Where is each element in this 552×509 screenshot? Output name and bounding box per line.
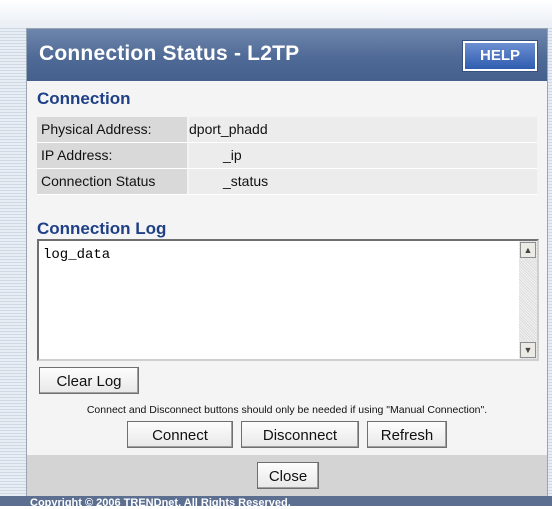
close-button[interactable]: Close: [257, 462, 319, 489]
clear-log-button[interactable]: Clear Log: [39, 367, 139, 394]
connection-status-dialog: Connection Status - L2TP HELP Connection…: [26, 28, 548, 498]
bottom-bar: Close: [27, 455, 547, 497]
connection-table: Physical Address: dport_phadd IP Address…: [37, 117, 537, 195]
table-row: Physical Address: dport_phadd: [37, 117, 537, 143]
physical-address-label: Physical Address:: [37, 117, 187, 142]
ip-address-value: _ip: [189, 143, 537, 168]
help-button[interactable]: HELP: [463, 41, 537, 71]
scroll-up-icon[interactable]: ▲: [520, 242, 536, 258]
connection-section-title: Connection: [37, 89, 131, 108]
connection-log-textarea[interactable]: log_data ▲ ▼: [37, 239, 539, 361]
physical-address-value: dport_phadd: [189, 117, 537, 142]
page-title: Connection Status - L2TP: [39, 42, 300, 65]
connection-log-title: Connection Log: [37, 219, 167, 238]
table-row: Connection Status _status: [37, 169, 537, 195]
log-scrollbar[interactable]: ▲ ▼: [519, 241, 537, 359]
connection-status-value: _status: [189, 169, 537, 194]
scroll-down-icon[interactable]: ▼: [520, 342, 536, 358]
manual-connection-note: Connect and Disconnect buttons should on…: [86, 404, 488, 416]
log-content: log_data: [43, 247, 111, 263]
copyright-text: Copyright © 2006 TRENDnet. All Rights Re…: [30, 497, 291, 509]
top-band: [0, 0, 552, 28]
connect-button[interactable]: Connect: [127, 421, 233, 448]
refresh-button[interactable]: Refresh: [367, 421, 447, 448]
title-bar: Connection Status - L2TP HELP: [27, 29, 547, 81]
table-row: IP Address: _ip: [37, 143, 537, 169]
disconnect-button[interactable]: Disconnect: [241, 421, 359, 448]
connection-status-label: Connection Status: [37, 169, 187, 194]
ip-address-label: IP Address:: [37, 143, 187, 168]
